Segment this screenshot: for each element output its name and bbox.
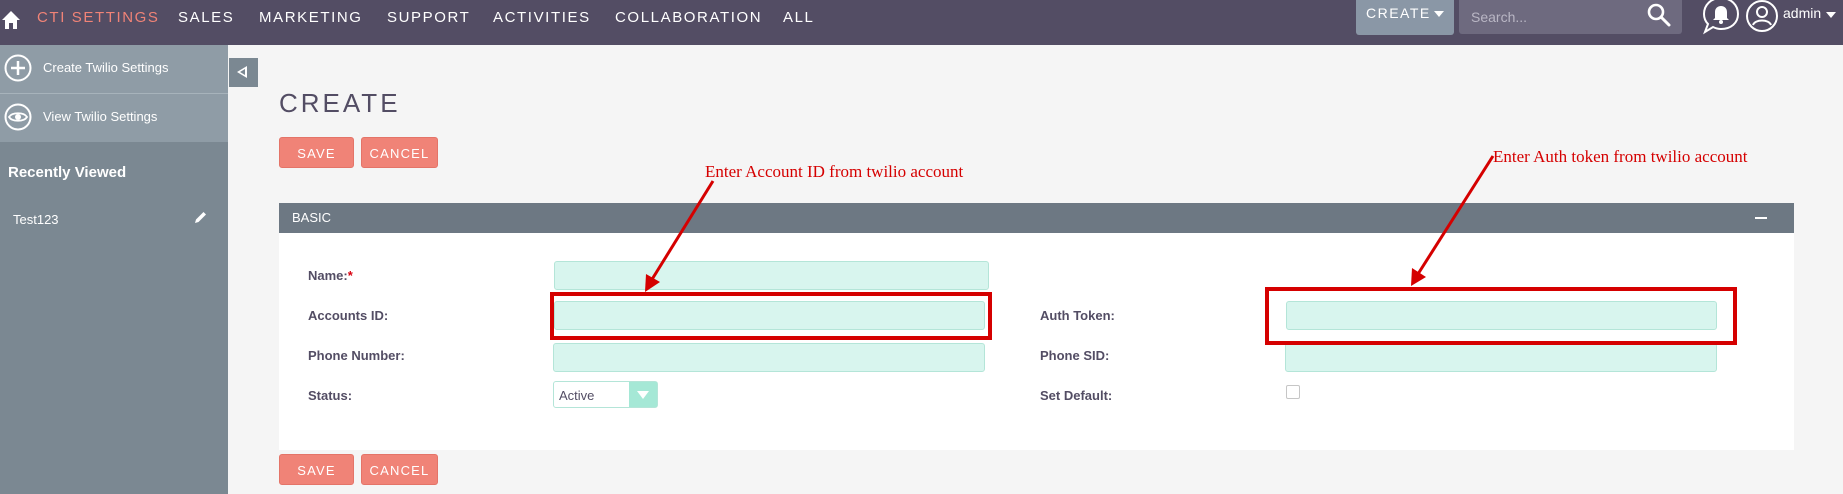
- annotation-arrow-auth-token: [1411, 155, 1495, 286]
- annotation-arrow-account-id: [645, 180, 715, 292]
- annotation-arrows: [645, 155, 1495, 292]
